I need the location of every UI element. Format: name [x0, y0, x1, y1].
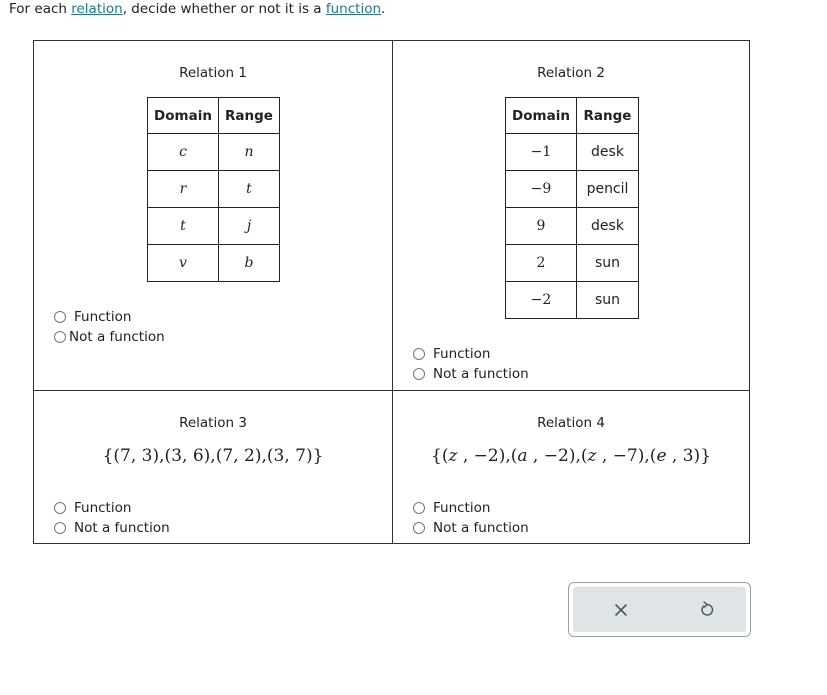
range-cell: b	[218, 244, 280, 282]
domain-header: Domain	[147, 97, 219, 134]
relation-1-panel: Relation 1 Domain Range c n r t t j v b	[34, 41, 393, 391]
relation-2-table: Domain Range −1 desk −9 pencil 9 desk 2 …	[505, 97, 639, 319]
table-row: r t	[147, 170, 280, 208]
x-icon	[615, 603, 627, 616]
relation-1-options: Function Not a function	[54, 307, 165, 347]
radio-button[interactable]	[54, 331, 66, 343]
radio-button[interactable]	[413, 502, 425, 514]
ordered-pair: (a , −2)	[510, 446, 576, 466]
range-cell: j	[218, 207, 280, 245]
actions-bar	[573, 587, 746, 632]
radio-button[interactable]	[54, 311, 66, 323]
ordered-pair: (3, 7)	[266, 446, 313, 466]
relation-1-table: Domain Range c n r t t j v b	[147, 97, 280, 282]
ordered-pair: (z , −7)	[580, 446, 645, 466]
instruction-suffix: .	[381, 1, 386, 17]
relation-4-panel: Relation 4 {(z , −2),(a , −2),(z , −7),(…	[393, 391, 749, 543]
relation-1-not-function-option[interactable]: Not a function	[54, 327, 165, 347]
radio-button[interactable]	[54, 522, 66, 534]
option-label: Function	[74, 309, 132, 325]
radio-button[interactable]	[413, 522, 425, 534]
range-cell: desk	[576, 133, 639, 171]
domain-cell: r	[147, 170, 219, 208]
range-cell: pencil	[576, 170, 639, 208]
range-cell: sun	[576, 244, 639, 282]
relation-4-set: {(z , −2),(a , −2),(z , −7),(e , 3)}	[430, 446, 712, 466]
relation-1-title: Relation 1	[179, 65, 247, 81]
table-row: v b	[147, 244, 280, 282]
reset-button[interactable]	[667, 587, 747, 632]
domain-cell: −2	[505, 281, 577, 319]
option-label: Not a function	[69, 329, 165, 345]
relation-3-set: {(7, 3),(3, 6),(7, 2),(3, 7)}	[102, 446, 324, 466]
answer-actions	[568, 582, 751, 637]
domain-cell: −9	[505, 170, 577, 208]
range-header: Range	[218, 97, 280, 134]
option-label: Function	[74, 500, 132, 516]
relation-1-function-option[interactable]: Function	[54, 307, 165, 327]
ordered-pair: (7, 2)	[215, 446, 262, 466]
relation-4-options: Function Not a function	[413, 498, 529, 538]
option-label: Function	[433, 346, 491, 362]
relation-4-not-function-option[interactable]: Not a function	[413, 518, 529, 538]
table-row: −9 pencil	[505, 170, 639, 208]
domain-cell: c	[147, 133, 219, 171]
table-row: c n	[147, 133, 280, 171]
option-label: Not a function	[433, 366, 529, 382]
ordered-pair: (e , 3)	[649, 446, 701, 466]
table-row: −2 sun	[505, 281, 639, 319]
radio-button[interactable]	[413, 368, 425, 380]
relation-3-panel: Relation 3 {(7, 3),(3, 6),(7, 2),(3, 7)}…	[34, 391, 393, 543]
relation-4-function-option[interactable]: Function	[413, 498, 529, 518]
domain-cell: 9	[505, 207, 577, 245]
ordered-pair: (7, 3)	[113, 446, 160, 466]
clear-button[interactable]	[581, 587, 661, 632]
relation-3-title: Relation 3	[179, 415, 247, 431]
option-label: Not a function	[433, 520, 529, 536]
table-row: 2 sun	[505, 244, 639, 282]
table-row: 9 desk	[505, 207, 639, 245]
domain-cell: 2	[505, 244, 577, 282]
range-cell: n	[218, 133, 280, 171]
domain-cell: −1	[505, 133, 577, 171]
instruction-middle: , decide whether or not it is a	[122, 1, 326, 17]
undo-icon	[701, 601, 714, 616]
relation-4-title: Relation 4	[537, 415, 605, 431]
relation-2-panel: Relation 2 Domain Range −1 desk −9 penci…	[393, 41, 749, 391]
relations-grid: Relation 1 Domain Range c n r t t j v b	[33, 40, 750, 544]
relation-2-title: Relation 2	[537, 65, 605, 81]
range-cell: t	[218, 170, 280, 208]
domain-cell: v	[147, 244, 219, 282]
relation-3-not-function-option[interactable]: Not a function	[54, 518, 170, 538]
range-cell: sun	[576, 281, 639, 319]
option-label: Function	[433, 500, 491, 516]
radio-button[interactable]	[54, 502, 66, 514]
domain-cell: t	[147, 207, 219, 245]
relation-2-not-function-option[interactable]: Not a function	[413, 364, 529, 384]
ordered-pair: (3, 6)	[164, 446, 211, 466]
relation-3-function-option[interactable]: Function	[54, 498, 170, 518]
ordered-pair: (z , −2)	[441, 446, 506, 466]
range-cell: desk	[576, 207, 639, 245]
instruction-text: For each relation, decide whether or not…	[9, 1, 385, 17]
relation-3-options: Function Not a function	[54, 498, 170, 538]
table-row: −1 desk	[505, 133, 639, 171]
radio-button[interactable]	[413, 348, 425, 360]
domain-header: Domain	[505, 97, 577, 134]
relation-2-function-option[interactable]: Function	[413, 344, 529, 364]
relation-2-options: Function Not a function	[413, 344, 529, 384]
table-row: t j	[147, 207, 280, 245]
option-label: Not a function	[74, 520, 170, 536]
relation-link[interactable]: relation	[71, 1, 122, 17]
range-header: Range	[576, 97, 639, 134]
instruction-prefix: For each	[9, 1, 72, 17]
function-link[interactable]: function	[326, 1, 381, 17]
